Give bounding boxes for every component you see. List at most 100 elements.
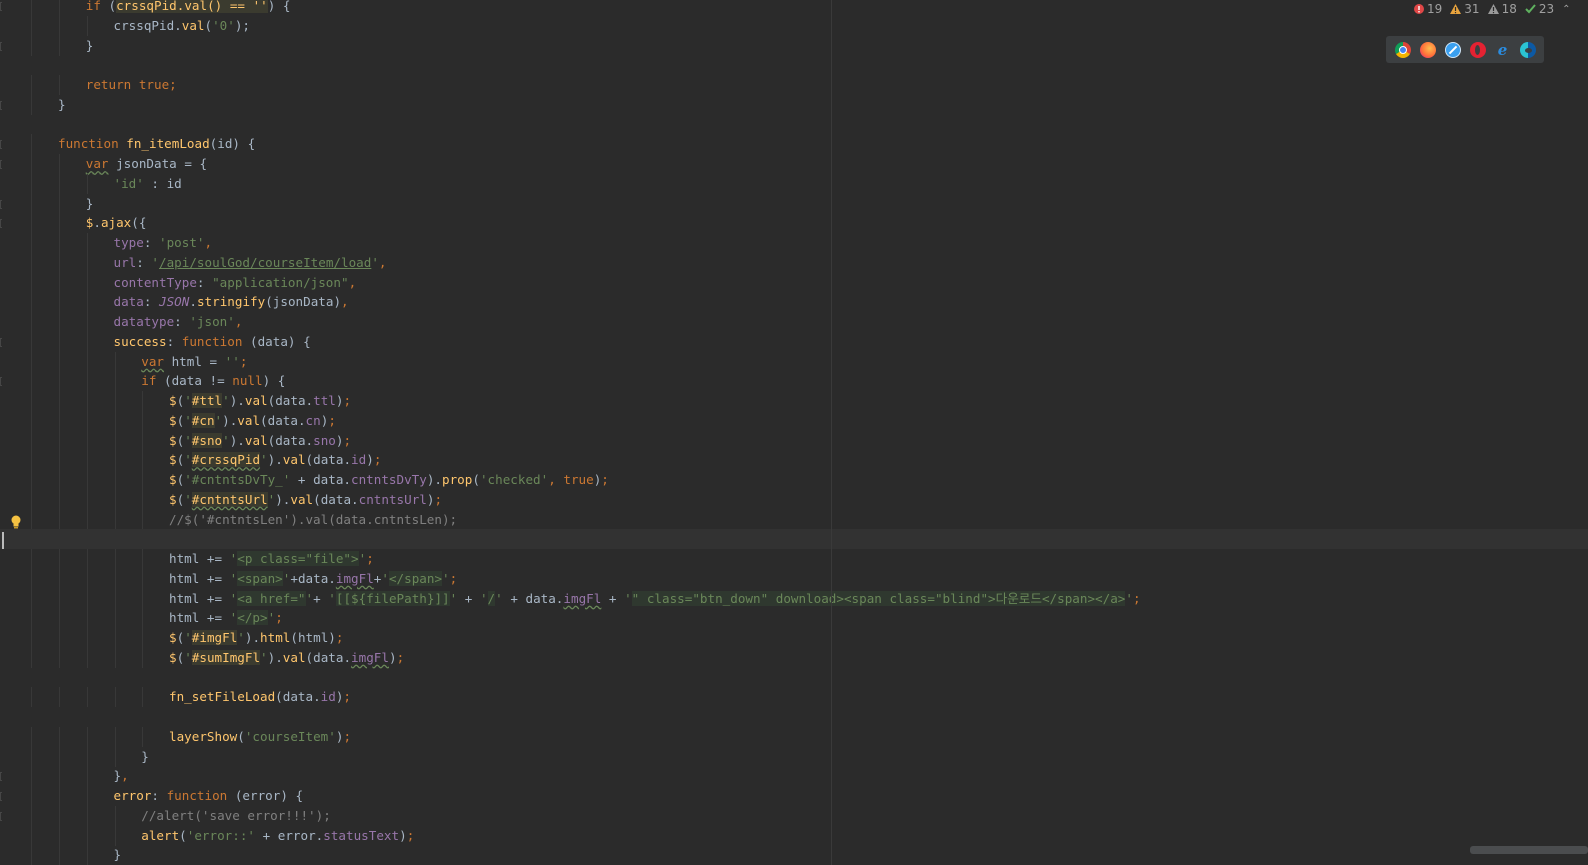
chevron-up-icon[interactable]: ⌃ (1562, 4, 1570, 15)
code-line[interactable] (0, 707, 1588, 727)
code-line[interactable]: fn_setFileLoad(data.id); (0, 687, 1588, 708)
code-token: //$('#cntntsLen').val(data.cntntsLen); (169, 511, 458, 527)
ie-icon[interactable]: e (1495, 42, 1511, 58)
code-line[interactable]: data: JSON.stringify(jsonData), (0, 292, 1588, 313)
fold-marker-icon[interactable] (0, 41, 2, 51)
code-token: . (93, 215, 101, 231)
opera-icon[interactable] (1469, 41, 1486, 58)
code-line[interactable]: var jsonData = { (0, 154, 1588, 174)
code-line[interactable]: $ ('#cntntsDvTy_' + data.cntntsDvTy).prop… (0, 470, 1588, 490)
code-line[interactable]: //$('#cntntsLen').val(data.cntntsLen); (0, 509, 1588, 530)
code-line[interactable]: 'id' : id (0, 173, 1588, 194)
code-token: #crssqPid (191, 452, 261, 468)
code-line[interactable]: } (0, 94, 1588, 115)
code-line[interactable]: $.ajax({ (0, 213, 1588, 234)
inspection-widget[interactable]: 19 31 18 23 ⌃ (1414, 1, 1571, 17)
code-line[interactable]: } (0, 746, 1588, 767)
fold-marker-icon[interactable] (0, 811, 2, 821)
code-token: ; (239, 353, 248, 369)
indent-guide (59, 825, 60, 846)
code-editor[interactable]: if (crssqPid.val() == '') {crssqPid.val(… (0, 0, 1588, 865)
indent-guide (31, 845, 33, 865)
code-line[interactable]: function fn_itemLoad(id) { (0, 134, 1588, 155)
code-line[interactable] (0, 55, 1588, 75)
weak-warning-count[interactable]: 18 (1487, 2, 1517, 16)
code-line[interactable]: }, (0, 766, 1588, 787)
fold-marker-icon[interactable] (0, 140, 2, 150)
fold-marker-icon[interactable] (0, 100, 2, 110)
code-token: ; (396, 649, 405, 665)
indent-guide (86, 608, 88, 629)
code-line[interactable]: html += '<span>'+data.imgFl+'</span>'; (0, 568, 1588, 589)
code-line[interactable]: contentType: "application/json", (0, 272, 1588, 293)
indent-guide (31, 94, 33, 115)
code-line[interactable]: var html = ''; (0, 351, 1588, 372)
indent-guide (114, 509, 116, 530)
code-line[interactable] (0, 529, 1588, 550)
code-line[interactable]: } (0, 193, 1588, 214)
code-text: type: 'post', (114, 233, 213, 253)
code-token: stringify (196, 294, 266, 310)
code-token: fn_setFileLoad (169, 689, 276, 705)
error-count[interactable]: 19 (1414, 2, 1442, 16)
fold-marker-icon[interactable] (0, 792, 2, 801)
code-line[interactable]: success: function (data) { (0, 331, 1588, 352)
code-line[interactable]: html += '<a href="'+ '[[${filePath}]]' +… (0, 588, 1588, 609)
indent-guide (86, 173, 88, 194)
ok-count-label: 23 (1538, 2, 1555, 16)
code-line[interactable]: error: function (error) { (0, 786, 1588, 806)
code-line[interactable]: html += '<p class="file">'; (0, 549, 1588, 569)
fold-marker-icon[interactable] (0, 219, 2, 229)
code-token: ; (343, 728, 352, 744)
code-line[interactable]: if (data != null) { (0, 371, 1588, 392)
ok-count[interactable]: 23 (1525, 2, 1554, 16)
code-line[interactable] (0, 115, 1588, 135)
code-line[interactable]: alert('error::' + error.statusText); (0, 825, 1588, 846)
code-token: ; (1132, 590, 1141, 606)
code-line[interactable]: return true; (0, 75, 1588, 95)
code-line[interactable]: url: '/api/soulGod/courseItem/load', (0, 252, 1588, 273)
indent-guide (59, 391, 60, 411)
code-line[interactable]: //alert('save error!!!'); (0, 805, 1588, 826)
code-line[interactable]: $('#sno').val(data.sno); (0, 430, 1588, 451)
fold-marker-icon[interactable] (0, 772, 2, 782)
code-line[interactable]: $('#imgFl').html(html); (0, 628, 1588, 648)
indent-guide (86, 371, 88, 392)
code-line[interactable]: type: 'post', (0, 233, 1588, 253)
lightbulb-icon[interactable] (10, 514, 22, 529)
fold-marker-icon[interactable] (0, 199, 2, 209)
fold-marker-icon[interactable] (0, 2, 2, 11)
indent-guide (86, 549, 88, 569)
code-token: ; (343, 689, 352, 705)
indent-guide (59, 410, 60, 431)
safari-icon[interactable] (1444, 41, 1461, 58)
fold-marker-icon[interactable] (0, 160, 2, 169)
chrome-icon[interactable] (1394, 41, 1411, 58)
code-line[interactable]: if (crssqPid.val() == '') { (0, 0, 1588, 16)
code-token: (data) { (250, 333, 311, 349)
code-line[interactable]: html += '</p>'; (0, 608, 1588, 629)
code-line[interactable]: $('#cntntsUrl').val(data.cntntsUrl); (0, 489, 1588, 510)
fold-marker-icon[interactable] (0, 377, 2, 387)
code-line[interactable]: $('#sumImgFl').val(data.imgFl); (0, 647, 1588, 668)
warning-count[interactable]: 31 (1450, 2, 1480, 16)
indent-guide (31, 687, 33, 708)
indent-guide (142, 470, 144, 490)
fold-marker-icon[interactable] (0, 337, 2, 347)
edge-icon[interactable] (1519, 41, 1536, 58)
code-line[interactable]: datatype: 'json', (0, 312, 1588, 332)
firefox-icon[interactable] (1419, 41, 1436, 58)
code-line[interactable]: $('#ttl').val(data.ttl); (0, 391, 1588, 411)
code-line[interactable]: } (0, 35, 1588, 56)
code-line[interactable]: layerShow('courseItem'); (0, 726, 1588, 747)
horizontal-scrollbar[interactable] (1470, 846, 1588, 854)
warning-count-label: 31 (1464, 2, 1480, 16)
code-line[interactable]: crssqPid.val('0'); (0, 15, 1588, 36)
code-line[interactable] (0, 668, 1588, 688)
code-line[interactable]: $('#cn').val(data.cn); (0, 410, 1588, 431)
code-line[interactable]: $('#crssqPid').val(data.id); (0, 450, 1588, 471)
code-text: return true; (86, 75, 177, 95)
code-token: ' (151, 254, 160, 270)
indent-guide (59, 351, 60, 372)
code-line[interactable]: } (0, 845, 1588, 865)
